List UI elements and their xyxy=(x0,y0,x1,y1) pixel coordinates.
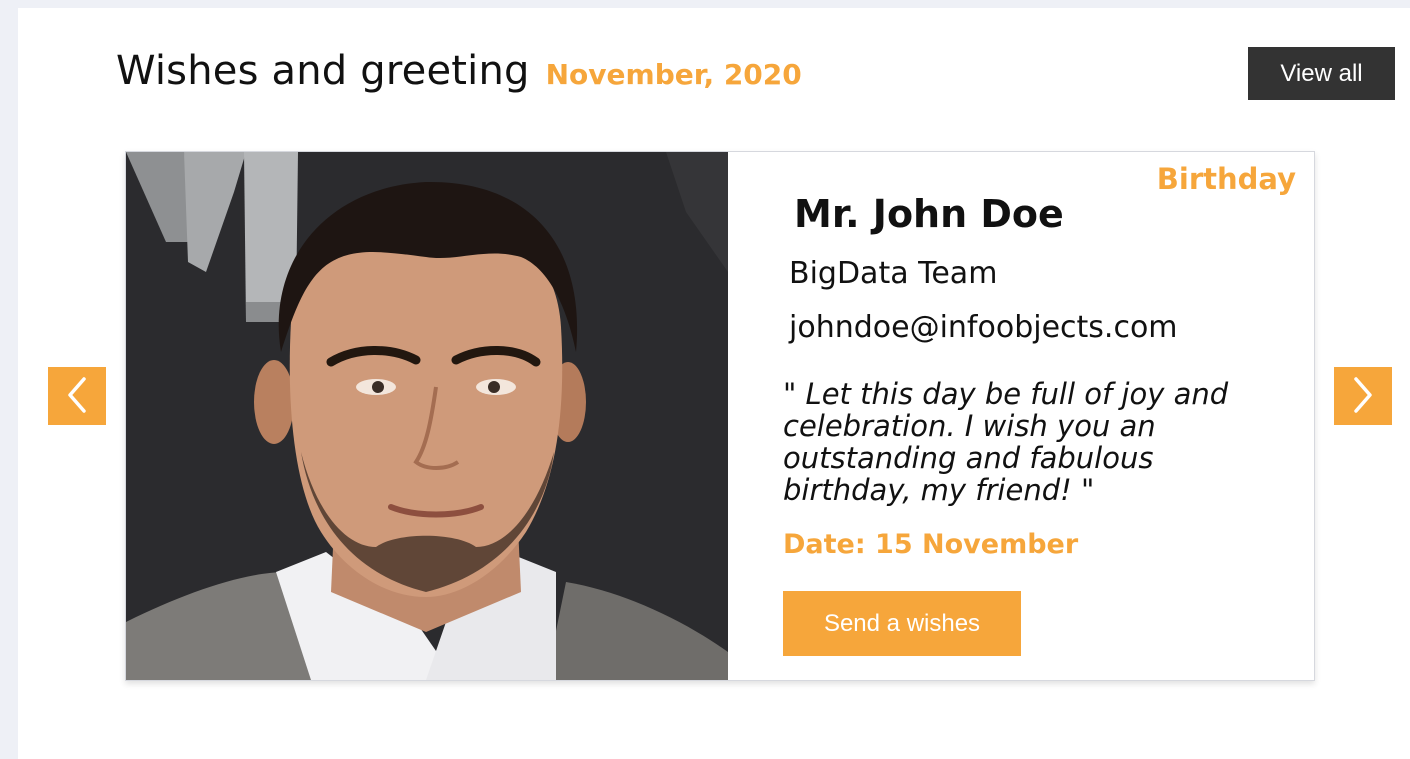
greeting-card: Birthday Mr. John Doe BigData Team johnd… xyxy=(125,151,1315,681)
person-team: BigData Team xyxy=(789,256,998,291)
send-wishes-button[interactable]: Send a wishes xyxy=(783,591,1021,656)
person-name: Mr. John Doe xyxy=(794,192,1064,236)
section-month: November, 2020 xyxy=(545,58,802,91)
carousel-next-button[interactable] xyxy=(1334,367,1392,425)
greeting-message: " Let this day be full of joy and celebr… xyxy=(783,377,1229,507)
occasion-date: Date: 15 November xyxy=(783,529,1079,560)
section-title: Wishes and greeting xyxy=(116,48,530,94)
occasion-badge: Birthday xyxy=(1156,162,1296,196)
person-email: johndoe@infoobjects.com xyxy=(789,310,1178,345)
card-details: Birthday Mr. John Doe BigData Team johnd… xyxy=(728,152,1314,680)
carousel-prev-button[interactable] xyxy=(48,367,106,425)
chevron-left-icon xyxy=(62,375,92,418)
chevron-right-icon xyxy=(1348,375,1378,418)
section-heading: Wishes and greeting November, 2020 xyxy=(116,48,802,104)
view-all-button[interactable]: View all xyxy=(1248,47,1395,100)
person-photo xyxy=(126,152,728,680)
